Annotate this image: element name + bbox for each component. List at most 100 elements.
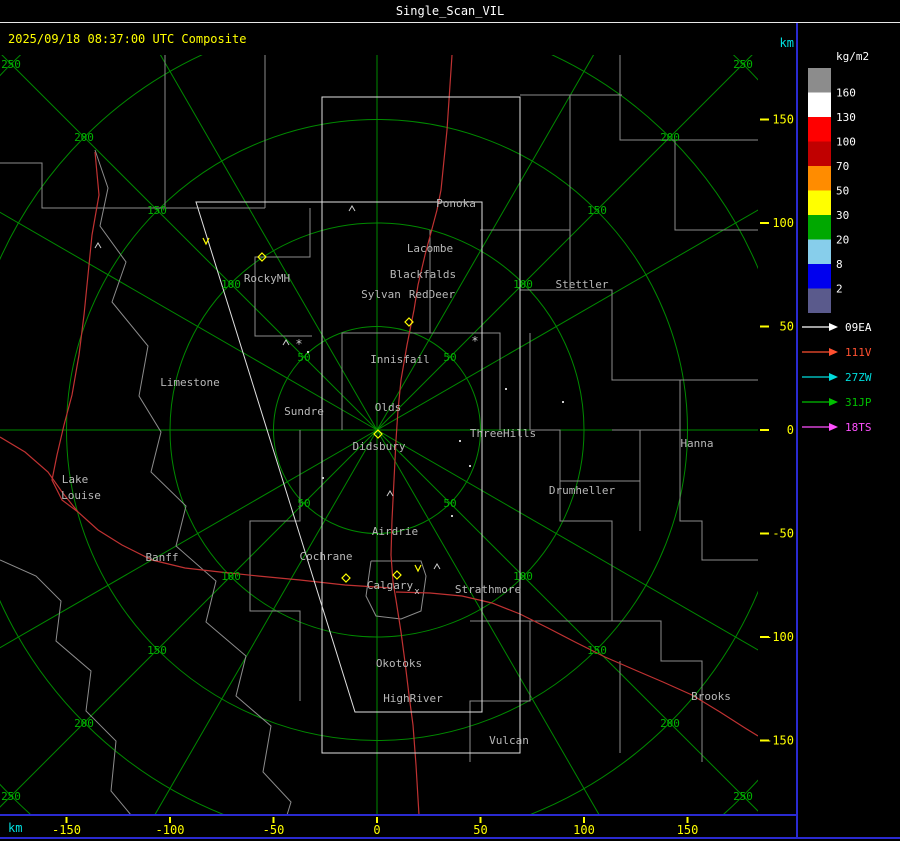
legend-threshold-label: 20: [836, 234, 849, 247]
cell-dot-marker: [322, 477, 324, 479]
track-id-label: 27ZW: [845, 371, 872, 384]
x-axis-tick-label: 150: [677, 823, 699, 837]
y-axis-tick-label: -50: [772, 527, 794, 541]
place-label: Louise: [61, 489, 101, 502]
y-axis-unit-label: km: [780, 36, 794, 50]
highway: [0, 436, 392, 589]
place-label: Sylvan: [361, 288, 401, 301]
legend-color-swatch: [808, 68, 831, 93]
place-label: Sundre: [284, 405, 324, 418]
legend-color-swatch: [808, 264, 831, 289]
highway: [51, 151, 100, 513]
cell-dot-marker: [307, 351, 309, 353]
place-label: Lacombe: [407, 242, 453, 255]
cell-asterisk-marker: *: [295, 337, 302, 351]
storm-vector-marker: [414, 564, 422, 573]
azimuth-spoke: [154, 429, 378, 815]
county-boundary: [341, 230, 431, 430]
place-label: Stettler: [556, 278, 609, 291]
range-ring-label: 50: [297, 497, 310, 510]
range-ring-label: 250: [1, 58, 21, 71]
legend-threshold-label: 130: [836, 111, 856, 124]
legend-color-swatch: [808, 92, 831, 117]
legend-threshold-label: 8: [836, 258, 843, 271]
place-label: Innisfail: [370, 353, 430, 366]
title-divider: [0, 22, 900, 23]
x-axis-tick-label: 50: [473, 823, 487, 837]
place-label: Ponoka: [436, 197, 476, 210]
legend-color-swatch: [808, 288, 831, 313]
county-boundary: [529, 333, 613, 621]
range-ring-label: 100: [513, 570, 533, 583]
place-label: Lake: [62, 473, 89, 486]
cell-dot-marker: [459, 440, 461, 442]
storm-vector-marker: [202, 237, 210, 246]
range-ring-label: 200: [660, 717, 680, 730]
cell-caret-marker: [433, 563, 441, 570]
y-axis-tick-label: 100: [772, 216, 794, 230]
place-label: Olds: [375, 401, 402, 414]
track-id-label: 09EA: [845, 321, 872, 334]
cell-dot-marker: [505, 388, 507, 390]
range-ring-label: 150: [147, 204, 167, 217]
place-label: ThreeHills: [470, 427, 536, 440]
radar-map-canvas[interactable]: 50 100 150 200 250 50 100 150 200 250 50 100 150 200 2…: [0, 55, 758, 815]
county-boundary: [520, 289, 681, 430]
legend-color-swatch: [808, 117, 831, 142]
legend-threshold-label: 2: [836, 283, 843, 296]
legend-unit-label: kg/m2: [836, 50, 869, 63]
radar-site-marker: [392, 570, 402, 580]
range-ring-label: 200: [74, 717, 94, 730]
track-arrow-head: [829, 398, 838, 406]
range-ring-label: 150: [587, 644, 607, 657]
place-label: RockyMH: [244, 272, 290, 285]
legend-color-swatch: [808, 190, 831, 215]
range-ring-label: 100: [221, 278, 241, 291]
range-ring-label: 100: [221, 570, 241, 583]
azimuth-spoke: [0, 429, 378, 649]
place-label: RedDeer: [409, 288, 456, 301]
cell-caret-marker: [386, 490, 394, 497]
range-ring-label: 200: [74, 131, 94, 144]
radar-site-marker: [341, 573, 351, 583]
range-ring: [0, 55, 758, 815]
place-label: Vulcan: [489, 734, 529, 747]
title-bar: Single_Scan_VIL: [0, 0, 900, 22]
legend-threshold-label: 160: [836, 87, 856, 100]
county-boundary: [430, 332, 501, 430]
y-axis-tick-label: 150: [772, 113, 794, 127]
legend-color-swatch: [808, 239, 831, 264]
azimuth-spoke: [1, 55, 378, 431]
place-label: Blackfalds: [390, 268, 456, 281]
range-ring-label: 250: [1, 790, 21, 803]
y-axis-tick-label: -100: [765, 630, 794, 644]
legend-threshold-label: 30: [836, 209, 849, 222]
range-ring: [0, 55, 758, 815]
county-boundary: [0, 559, 132, 815]
range-ring-label: 100: [513, 278, 533, 291]
range-ring-label: 50: [443, 497, 456, 510]
track-arrow-head: [829, 423, 838, 431]
legend-color-swatch: [808, 215, 831, 240]
place-label: Hanna: [680, 437, 713, 450]
cell-x-marker: x: [414, 587, 420, 597]
place-label: HighRiver: [383, 692, 443, 705]
place-label: Okotoks: [376, 657, 422, 670]
range-ring-label: 200: [660, 131, 680, 144]
county-boundary: [249, 430, 301, 701]
radar-display-window: Single_Scan_VIL 2025/09/18 08:37:00 UTC …: [0, 0, 900, 841]
county-boundary: [519, 95, 571, 333]
cell-dot-marker: [469, 465, 471, 467]
y-axis-tick-label: 0: [787, 423, 794, 437]
place-label: Strathmore: [455, 583, 521, 596]
legend-color-swatch: [808, 141, 831, 166]
range-ring-label: 150: [587, 204, 607, 217]
place-label: Didsbury: [353, 440, 406, 453]
place-label: Cochrane: [300, 550, 353, 563]
place-label: Calgary: [367, 579, 414, 592]
range-ring-label: 150: [147, 644, 167, 657]
cell-dot-marker: [451, 515, 453, 517]
range-ring-label: 50: [443, 351, 456, 364]
x-axis-tick-label: -100: [156, 823, 185, 837]
x-axis-tick-label: -150: [52, 823, 81, 837]
